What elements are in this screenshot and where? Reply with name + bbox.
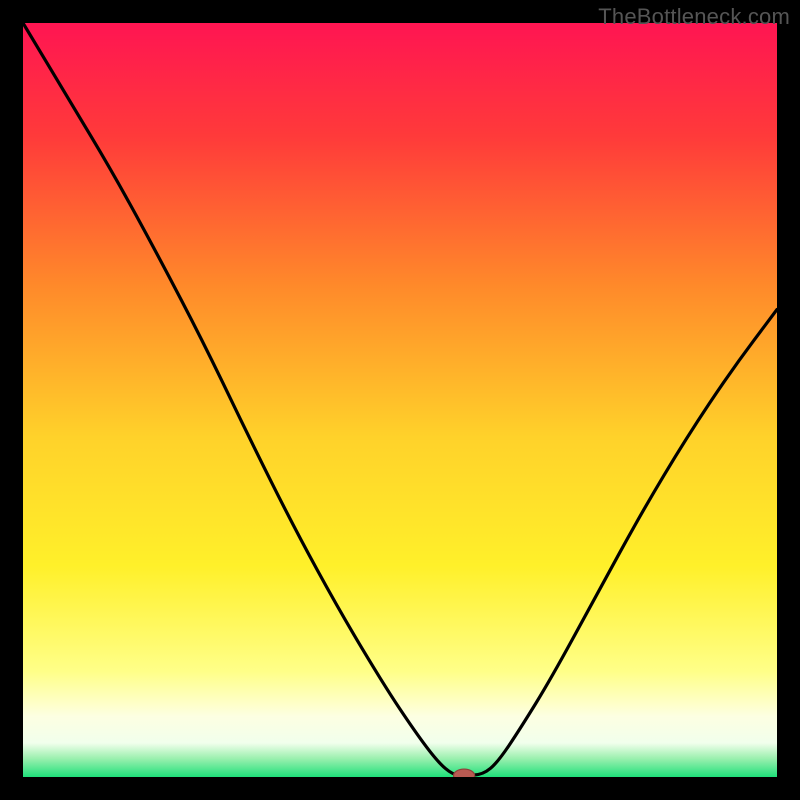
gradient-background [23, 23, 777, 777]
chart-svg [23, 23, 777, 777]
watermark-text: TheBottleneck.com [598, 4, 790, 30]
chart-frame: TheBottleneck.com [0, 0, 800, 800]
bottleneck-chart [23, 23, 777, 777]
optimum-marker [454, 769, 475, 777]
